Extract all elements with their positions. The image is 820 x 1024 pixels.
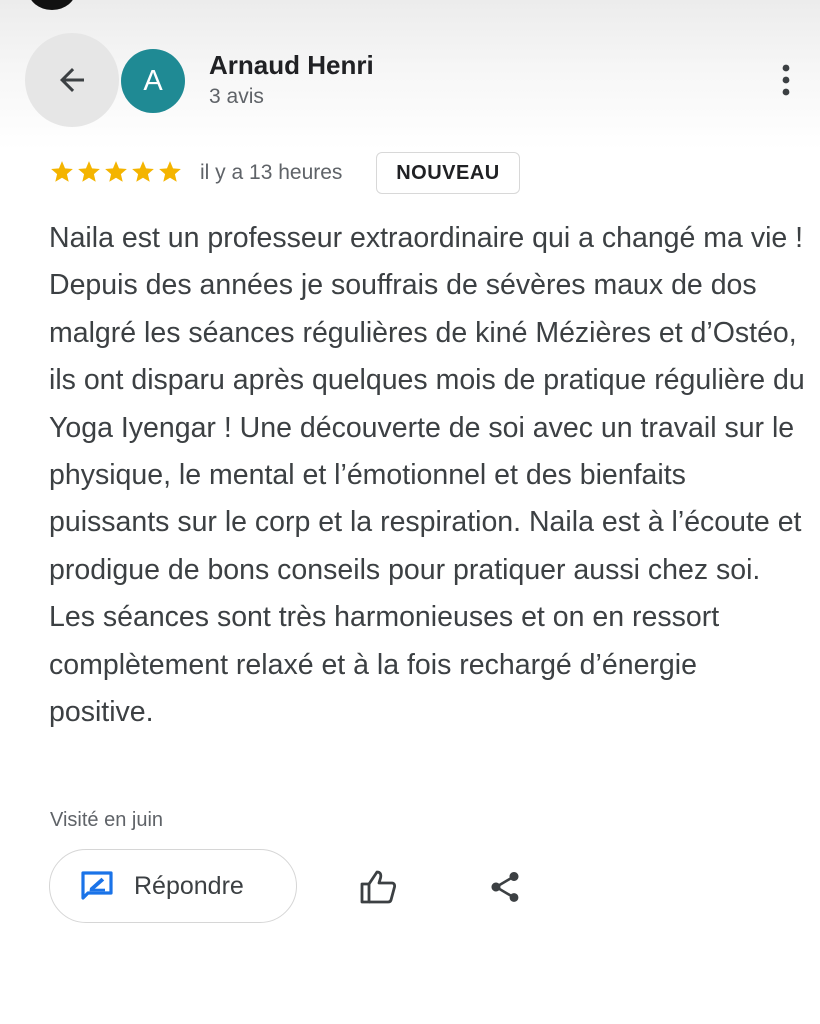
arrow-left-icon [60,68,84,92]
review-text: Naila est un professeur extraordinaire q… [49,222,805,729]
visit-date: Visité en juin [50,809,164,831]
back-button[interactable] [25,33,119,127]
more-options-button[interactable] [766,55,806,105]
author-name[interactable]: Arnaud Henri [209,50,374,81]
reply-button[interactable]: Répondre [49,849,297,923]
share-icon [491,872,519,902]
more-vertical-icon [782,64,790,96]
star-icon [51,161,73,182]
share-button[interactable] [484,866,526,908]
star-rating [49,159,183,185]
thumb-up-icon [360,870,397,904]
star-icon [78,161,100,182]
star-icon [105,161,127,182]
new-badge: NOUVEAU [376,152,520,194]
review-time: il y a 13 heures [200,161,343,184]
avatar-initial: A [143,64,163,97]
star-icon [159,161,181,182]
reply-label: Répondre [134,871,244,900]
star-icon [132,161,154,182]
like-button[interactable] [356,866,400,908]
author-review-count: 3 avis [209,85,264,108]
reply-edit-icon [81,871,113,900]
avatar[interactable]: A [121,49,185,113]
